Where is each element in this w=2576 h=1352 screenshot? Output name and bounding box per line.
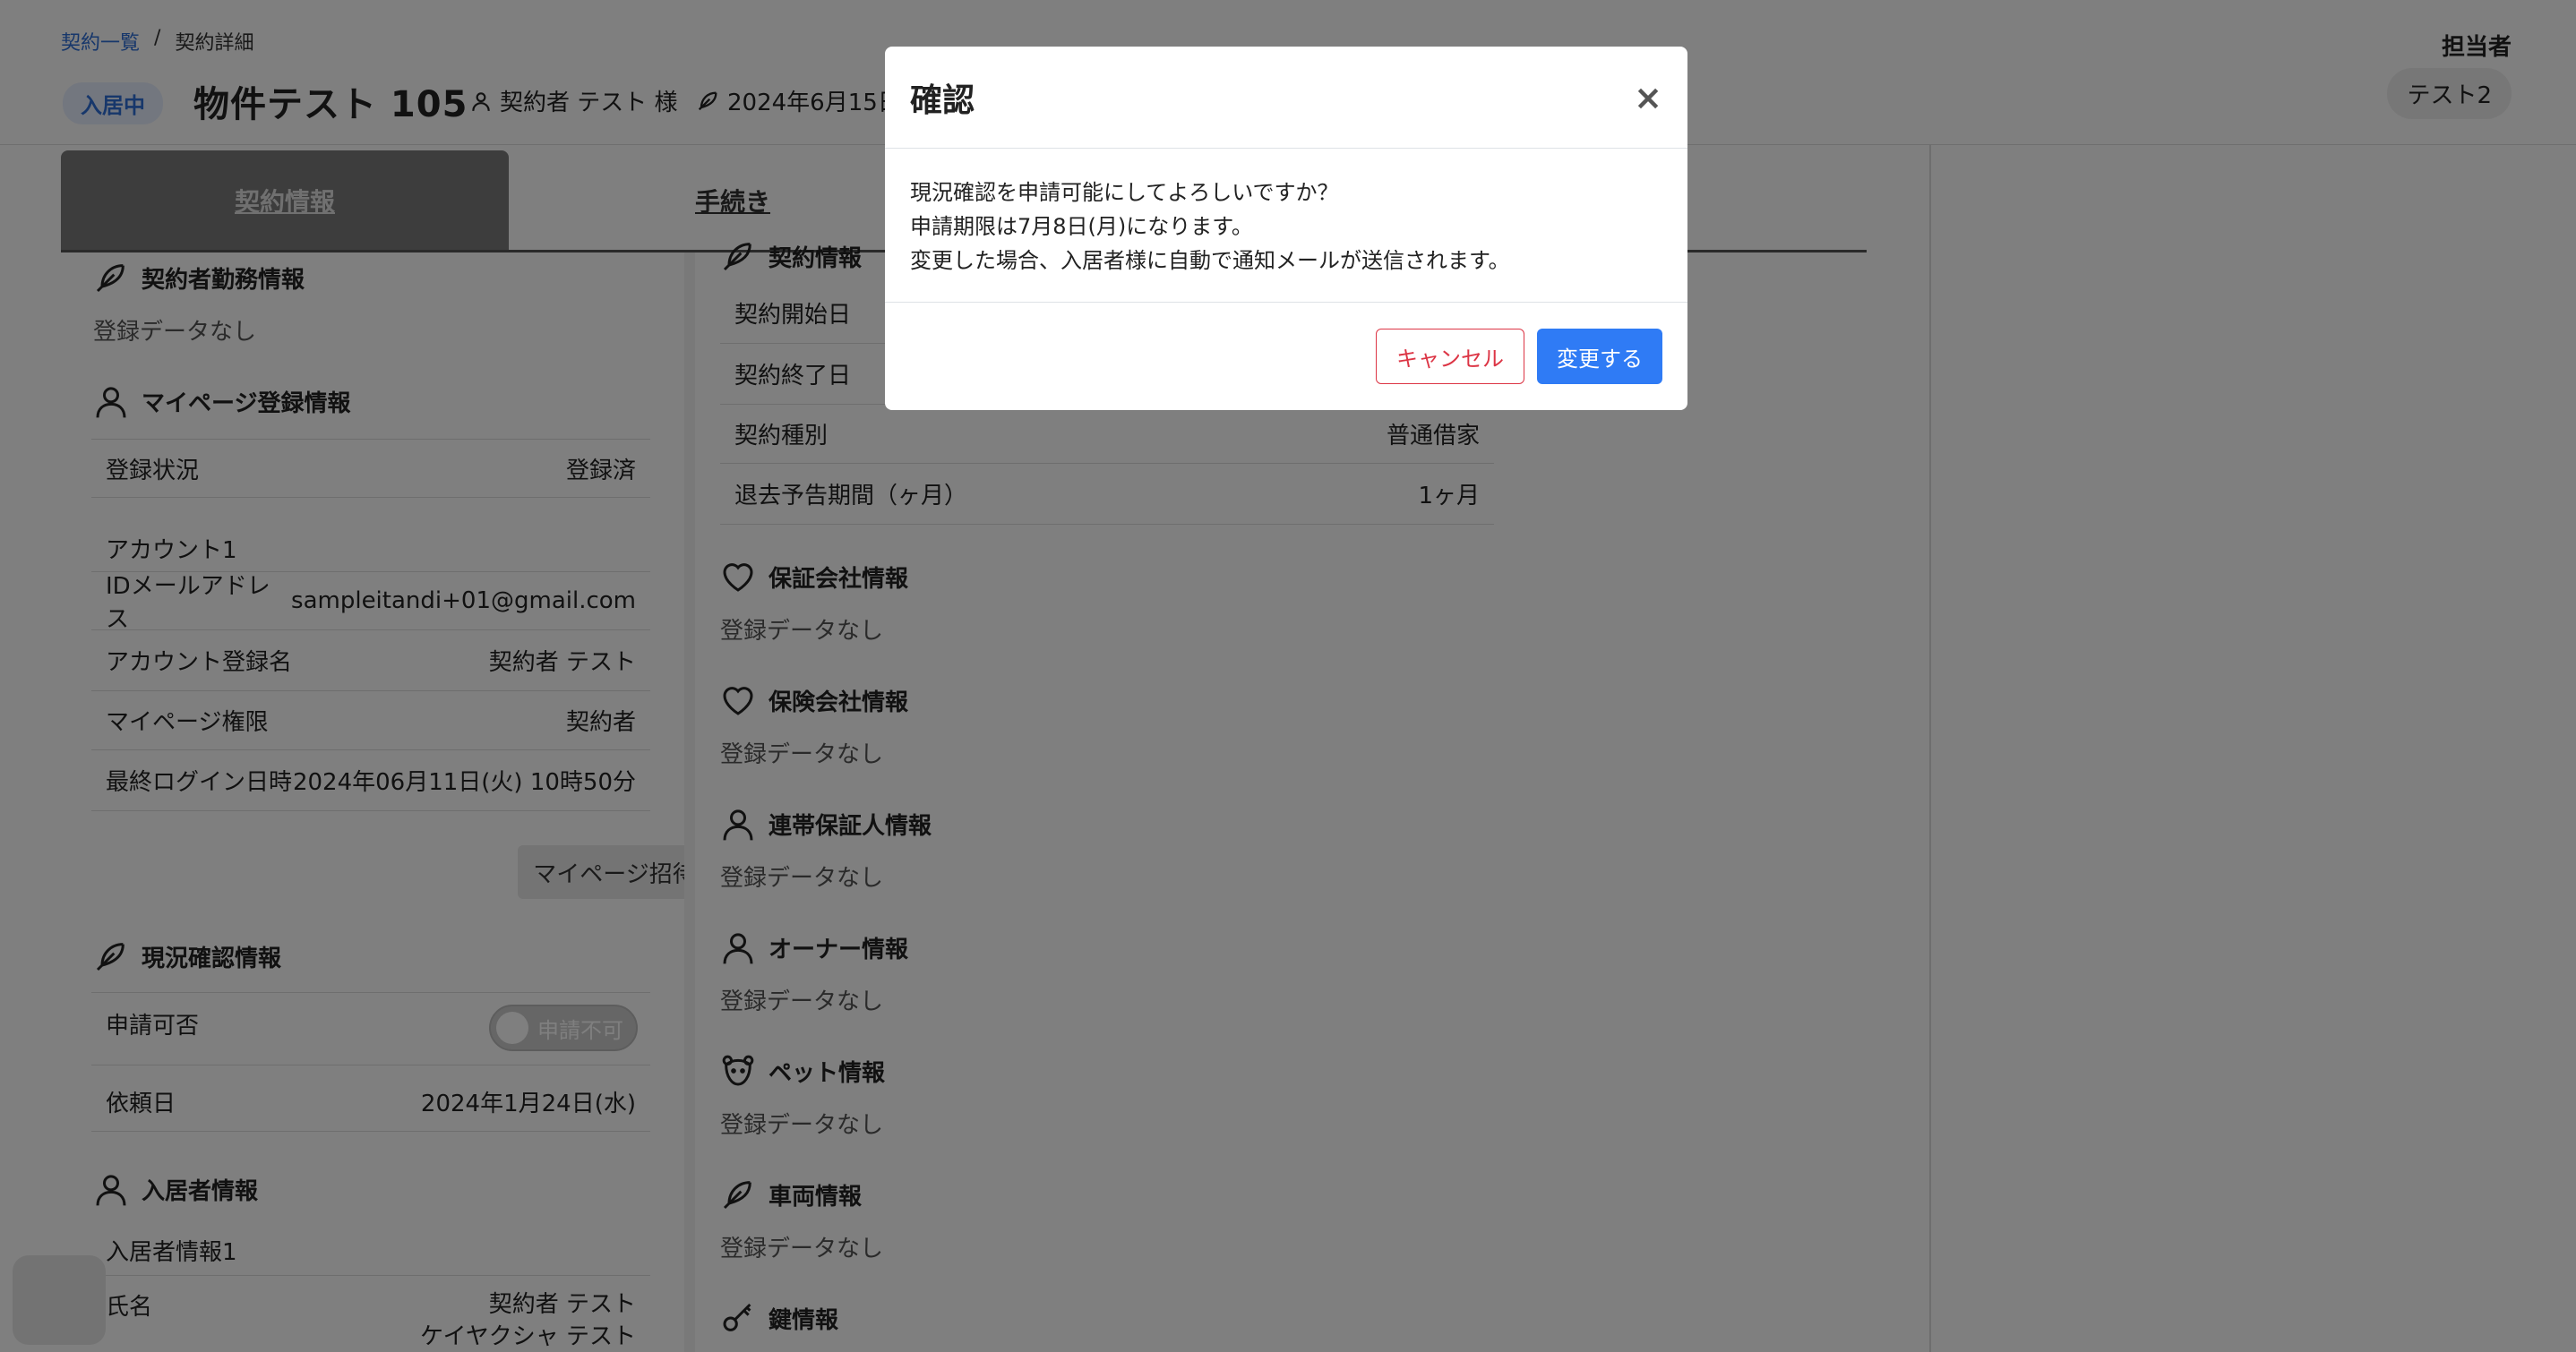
dialog-body: 現況確認を申請可能にしてよろしいですか？ 申請期限は7月8日(月)になります。 … (885, 149, 1687, 303)
close-icon[interactable]: × (1634, 78, 1662, 117)
dialog-header: 確認 × (885, 47, 1687, 149)
confirm-change-button[interactable]: 変更する (1537, 329, 1662, 384)
dialog-footer: キャンセル 変更する (885, 303, 1687, 410)
dialog-message-line-3: 変更した場合、入居者様に自動で通知メールが送信されます。 (910, 248, 1510, 273)
dialog-message-line-1: 現況確認を申請可能にしてよろしいですか？ (910, 180, 1339, 205)
confirm-dialog: 確認 × 現況確認を申請可能にしてよろしいですか？ 申請期限は7月8日(月)にな… (885, 47, 1687, 410)
dialog-title: 確認 (910, 81, 975, 119)
cancel-button[interactable]: キャンセル (1376, 329, 1524, 384)
dialog-message-line-2: 申請期限は7月8日(月)になります。 (910, 214, 1253, 239)
